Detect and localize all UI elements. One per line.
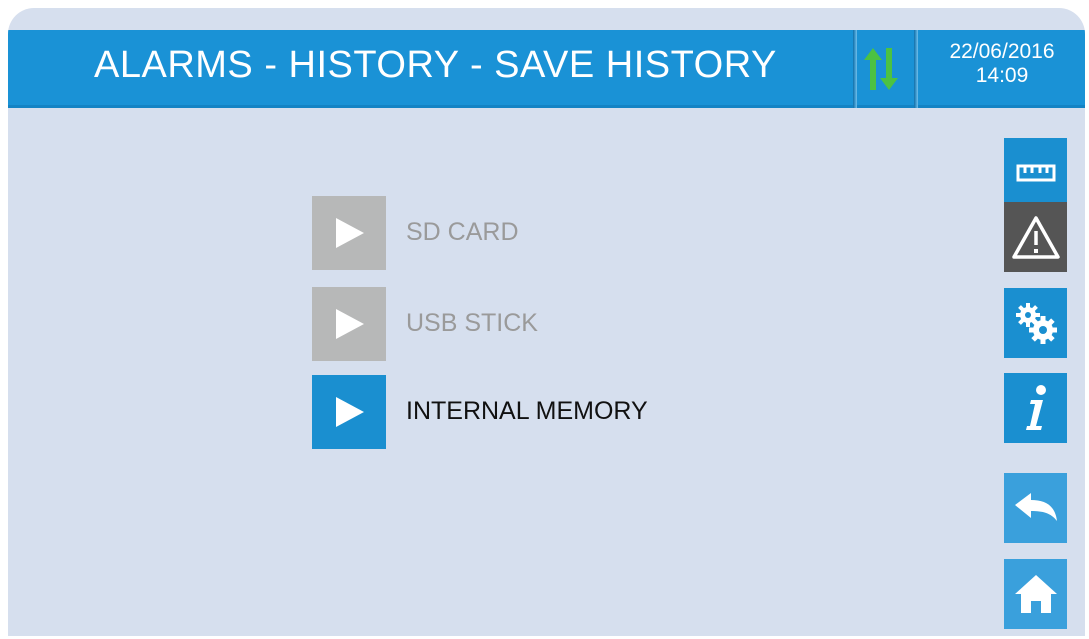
menu-item-sd-card[interactable]: SD CARD (312, 196, 812, 270)
info-button[interactable] (1004, 373, 1067, 443)
datetime: 22/06/2016 14:09 (926, 40, 1078, 88)
back-button[interactable] (1004, 473, 1067, 543)
time-text: 14:09 (975, 64, 1029, 87)
menu-item-usb-stick[interactable]: USB STICK (312, 287, 812, 361)
page-title: ALARMS - HISTORY - SAVE HISTORY (94, 44, 777, 86)
ruler-icon (1016, 164, 1055, 182)
header-divider (914, 30, 918, 108)
menu-item-label: USB STICK (406, 309, 538, 337)
internal-memory-play-button[interactable] (312, 375, 386, 449)
settings-gears-icon (1015, 303, 1057, 344)
date-text: 22/06/2016 (949, 40, 1055, 63)
header-divider (853, 30, 857, 108)
alarms-button[interactable] (1004, 202, 1067, 272)
info-icon (1025, 385, 1046, 430)
settings-button[interactable] (1004, 288, 1067, 358)
usb-stick-play-button[interactable] (312, 287, 386, 361)
header-bar: ALARMS - HISTORY - SAVE HISTORY 22/06/20… (8, 30, 1085, 108)
menu-item-label: INTERNAL MEMORY (406, 397, 648, 425)
play-icon (336, 397, 364, 427)
warning-icon (1011, 216, 1060, 259)
home-icon (1014, 575, 1057, 613)
menu-item-internal-memory[interactable]: INTERNAL MEMORY (312, 375, 812, 449)
transfer-arrows-icon (864, 48, 898, 90)
screen: ALARMS - HISTORY - SAVE HISTORY 22/06/20… (8, 8, 1085, 636)
menu-item-label: SD CARD (406, 218, 519, 246)
sd-card-play-button[interactable] (312, 196, 386, 270)
play-icon (336, 218, 364, 248)
home-button[interactable] (1004, 559, 1067, 629)
measurements-button[interactable] (1004, 138, 1067, 208)
back-arrow-icon (1014, 493, 1057, 521)
play-icon (336, 309, 364, 339)
